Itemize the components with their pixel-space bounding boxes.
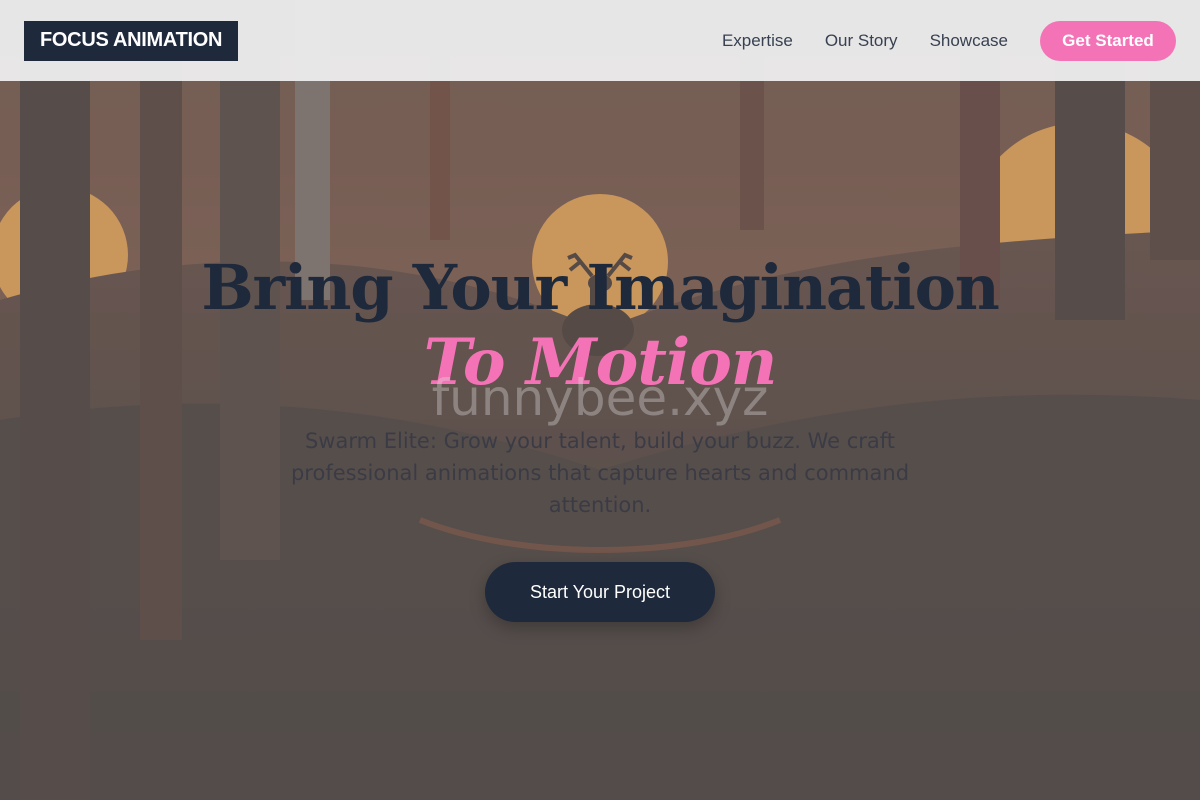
- hero-section: Bring Your Imagination To Motion funnybe…: [0, 81, 1200, 800]
- nav-link-showcase[interactable]: Showcase: [930, 31, 1008, 51]
- brand-logo[interactable]: FOCUS ANIMATION: [24, 20, 239, 61]
- main-nav: Expertise Our Story Showcase Get Started: [722, 20, 1176, 61]
- get-started-button[interactable]: Get Started: [1040, 20, 1176, 61]
- hero-description: Swarm Elite: Grow your talent, build you…: [290, 429, 910, 517]
- start-project-button[interactable]: Start Your Project: [485, 562, 715, 622]
- nav-link-expertise[interactable]: Expertise: [722, 31, 793, 51]
- watermark-text: funnybee.xyz: [431, 369, 769, 427]
- hero-headline: Bring Your Imagination: [201, 251, 1000, 324]
- nav-link-our-story[interactable]: Our Story: [825, 31, 898, 51]
- site-header: FOCUS ANIMATION Expertise Our Story Show…: [0, 0, 1200, 81]
